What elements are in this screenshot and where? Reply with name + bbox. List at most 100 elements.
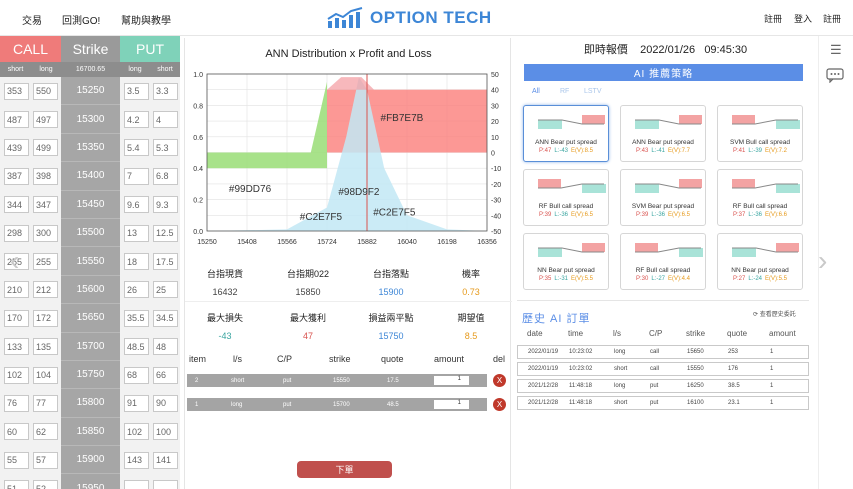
history-link[interactable]: ⟳ 查看歷史委託 [753,309,796,318]
call-short-price[interactable]: 298 [4,224,29,242]
call-short-price[interactable]: 487 [4,111,29,129]
call-long-price[interactable]: 62 [33,423,58,441]
tab-all[interactable]: All [532,88,540,95]
brand-logo[interactable]: OPTION TECH [326,6,492,30]
call-short-price[interactable]: 51 [4,480,29,489]
prev-arrow-icon[interactable]: ‹ [10,245,19,277]
menu-icon[interactable]: ☰ [830,42,842,58]
put-short-price[interactable]: 66 [153,366,178,384]
delete-order-button[interactable]: X [493,398,506,411]
history-row: 2021/12/28 11:48:18 long put 16250 38.5 1 [517,379,809,393]
y-left-tick: 0.2 [193,198,203,205]
call-long-price[interactable]: 135 [33,338,58,356]
y-right-tick: -40 [491,213,501,220]
strike-cell: 15750 [61,360,120,390]
login-link[interactable]: 登入 [794,12,812,25]
call-short-price[interactable]: 102 [4,366,29,384]
put-short-price[interactable]: 25 [153,281,178,299]
put-long-price[interactable]: 5.4 [124,139,149,157]
put-long-price[interactable]: 102 [124,423,149,441]
strategy-card[interactable]: ANN Bear put spread P:43 L:-41 E(V):7.7 [620,105,706,162]
put-short-price[interactable]: 6.8 [153,167,178,185]
nav-help[interactable]: 幫助與教學 [121,12,171,27]
nav-trade[interactable]: 交易 [22,12,42,27]
strategy-card[interactable]: ANN Bear put spread P:47 L:-43 E(V):8.5 [523,105,609,162]
call-short-price[interactable]: 210 [4,281,29,299]
call-long-price[interactable]: 212 [33,281,58,299]
strategy-card[interactable]: SVM Bull call spread P:41 L:-39 E(V):7.2 [717,105,803,162]
put-short-price[interactable]: 100 [153,423,178,441]
put-long-price[interactable]: 35.5 [124,309,149,327]
put-long-price[interactable]: 18 [124,253,149,271]
ladder-row: 76 77 15800 91 90 [0,389,180,418]
strategy-card[interactable]: SVM Bear put spread P:39 L:-36 E(V):6.5 [620,169,706,226]
put-long-price[interactable]: 91 [124,394,149,412]
call-long-price[interactable]: 104 [33,366,58,384]
put-short-price[interactable]: 141 [153,451,178,469]
call-long-price[interactable]: 347 [33,196,58,214]
pnl-stat: 期望值 8.5 [435,311,507,341]
amount-input[interactable]: 1 [434,400,469,409]
call-long-price[interactable]: 255 [33,253,58,271]
put-long-price[interactable]: 7 [124,167,149,185]
call-short-price[interactable]: 170 [4,309,29,327]
put-short-price[interactable]: 3.3 [153,82,178,100]
put-long-price[interactable]: 3.5 [124,82,149,100]
put-long-price[interactable]: 26 [124,281,149,299]
call-short-price[interactable]: 353 [4,82,29,100]
put-short-price[interactable]: 90 [153,394,178,412]
strategy-card[interactable]: RF Bull call spread P:37 L:-36 E(V):6.6 [717,169,803,226]
signup-link[interactable]: 註冊 [823,12,841,25]
call-long-price[interactable]: 172 [33,309,58,327]
call-long-price[interactable]: 550 [33,82,58,100]
tab-lstv[interactable]: LSTV [584,88,602,95]
call-long-price[interactable]: 52 [33,480,58,489]
put-long-price[interactable]: 4.2 [124,111,149,129]
strategy-card[interactable]: NN Bear put spread P:35 L:-31 E(V):5.5 [523,233,609,290]
put-short-price[interactable] [153,480,178,489]
register-link[interactable]: 註冊 [764,12,782,25]
call-long-price[interactable]: 77 [33,394,58,412]
call-long-price[interactable]: 57 [33,451,58,469]
ai-strategy-button[interactable]: AI 推薦策略 [524,64,803,81]
delete-order-button[interactable]: X [493,374,506,387]
put-short-price[interactable]: 5.3 [153,139,178,157]
call-short-price[interactable]: 344 [4,196,29,214]
put-long-price[interactable]: 9.6 [124,196,149,214]
tab-rf[interactable]: RF [560,88,569,95]
x-tick: 16198 [437,239,457,246]
strategy-card[interactable]: RF Bull call spread P:39 L:-36 E(V):6.5 [523,169,609,226]
put-short-price[interactable]: 9.3 [153,196,178,214]
call-short-price[interactable]: 439 [4,139,29,157]
next-arrow-icon[interactable]: › [818,245,827,277]
put-long-price[interactable] [124,480,149,489]
history-cell: 15650 [687,349,704,355]
nav-backtest[interactable]: 回測GO! [62,12,100,27]
submit-order-button[interactable]: 下單 [297,461,392,478]
amount-input[interactable]: 1 [434,376,469,385]
put-long-price[interactable]: 143 [124,451,149,469]
call-long-price[interactable]: 398 [33,167,58,185]
strategy-name: RF Bull call spread [635,267,691,274]
call-long-price[interactable]: 300 [33,224,58,242]
call-short-price[interactable]: 133 [4,338,29,356]
put-long-price[interactable]: 13 [124,224,149,242]
call-long-price[interactable]: 499 [33,139,58,157]
call-short-price[interactable]: 55 [4,451,29,469]
put-short-price[interactable]: 12.5 [153,224,178,242]
put-short-price[interactable]: 4 [153,111,178,129]
payoff-thumbnail [635,243,703,257]
strategy-p: P:30 [635,276,649,282]
put-short-price[interactable]: 17.5 [153,253,178,271]
call-short-price[interactable]: 76 [4,394,29,412]
call-short-price[interactable]: 387 [4,167,29,185]
strategy-card[interactable]: NN Bear put spread P:27 L:-24 E(V):5.5 [717,233,803,290]
put-long-price[interactable]: 68 [124,366,149,384]
put-short-price[interactable]: 34.5 [153,309,178,327]
call-short-price[interactable]: 60 [4,423,29,441]
chat-icon[interactable] [826,68,844,83]
put-long-price[interactable]: 48.5 [124,338,149,356]
call-long-price[interactable]: 497 [33,111,58,129]
put-short-price[interactable]: 48 [153,338,178,356]
strategy-card[interactable]: RF Bull call spread P:30 L:-27 E(V):4.4 [620,233,706,290]
